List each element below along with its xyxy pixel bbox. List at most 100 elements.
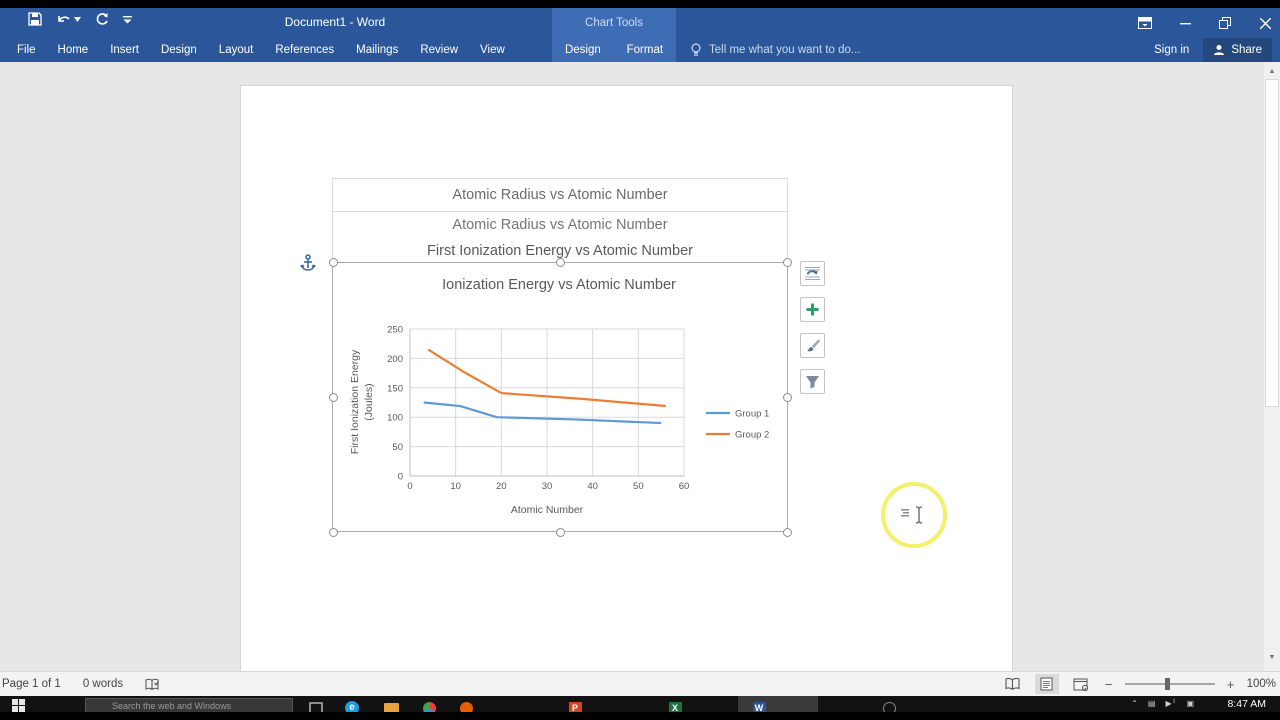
chart-elements-button[interactable] <box>800 297 825 322</box>
chart-filters-icon <box>805 375 820 389</box>
tab-mailings[interactable]: Mailings <box>345 39 409 61</box>
taskbar-task-view-icon[interactable] <box>307 699 325 712</box>
zoom-level[interactable]: 100% <box>1247 678 1276 690</box>
svg-text:200: 200 <box>387 354 403 365</box>
chart-title: Ionization Energy vs Atomic Number <box>442 277 676 293</box>
zoom-out-icon[interactable]: − <box>1103 677 1115 692</box>
svg-text:0: 0 <box>407 481 412 492</box>
svg-text:50: 50 <box>633 481 644 492</box>
svg-text:150: 150 <box>387 383 403 394</box>
taskbar-powerpoint-icon[interactable]: P <box>566 699 584 712</box>
svg-text:50: 50 <box>392 442 403 453</box>
taskbar-edge-icon[interactable]: e <box>343 699 361 712</box>
tab-file[interactable]: File <box>6 39 47 61</box>
minimize-icon[interactable] <box>1176 14 1194 32</box>
chart-styles-button[interactable] <box>800 333 825 358</box>
contextual-tab-design[interactable]: Design <box>559 39 607 61</box>
scroll-down-icon[interactable]: ▼ <box>1264 650 1280 665</box>
svg-text:60: 60 <box>679 481 690 492</box>
chart-filters-button[interactable] <box>800 369 825 394</box>
tray-network-icon[interactable]: ▤ <box>1148 699 1156 708</box>
ghost-title-2: Atomic Radius vs Atomic Number <box>452 217 668 233</box>
proofing-icon[interactable] <box>145 678 160 691</box>
legend-group-2: Group 2 <box>735 430 769 441</box>
taskbar-cortana-icon[interactable] <box>880 699 898 712</box>
chart-plot: Ionization Energy vs Atomic Number 0 10 20 3… <box>333 263 787 533</box>
scroll-up-icon[interactable]: ▲ <box>1264 64 1280 79</box>
read-mode-icon[interactable] <box>1001 674 1025 694</box>
taskbar-word-icon[interactable]: W <box>750 699 768 712</box>
tab-design[interactable]: Design <box>150 39 208 61</box>
x-axis-title: Atomic Number <box>511 504 584 516</box>
tab-insert[interactable]: Insert <box>99 39 150 61</box>
share-button[interactable]: Share <box>1203 38 1272 62</box>
ribbon-display-options-icon[interactable] <box>1136 14 1154 32</box>
quick-access-toolbar <box>28 12 132 26</box>
chart-title-ghost-box: Atomic Radius vs Atomic Number <box>332 178 788 212</box>
customize-qat-icon[interactable] <box>123 15 132 24</box>
page-count[interactable]: Page 1 of 1 <box>2 678 61 690</box>
tab-home[interactable]: Home <box>47 39 100 61</box>
tab-references[interactable]: References <box>264 39 345 61</box>
layout-options-button[interactable] <box>800 261 825 286</box>
redo-icon[interactable] <box>95 12 109 26</box>
scrollbar-thumb[interactable] <box>1265 79 1279 407</box>
svg-text:(Joules): (Joules) <box>363 383 375 420</box>
layout-options-icon <box>804 265 821 282</box>
tab-layout[interactable]: Layout <box>208 39 265 61</box>
sign-in-button[interactable]: Sign in <box>1154 44 1189 56</box>
window-title: Document1 - Word <box>284 15 386 29</box>
tray-keyboard-icon[interactable]: ▣ <box>1186 699 1194 708</box>
svg-text:100: 100 <box>387 413 403 424</box>
share-label: Share <box>1231 44 1262 56</box>
chart-resize-handle[interactable] <box>782 257 792 267</box>
taskbar-file-explorer-icon[interactable] <box>382 699 400 712</box>
start-button-icon[interactable] <box>12 699 25 712</box>
click-highlight-ring <box>881 482 947 548</box>
chart-resize-handle[interactable] <box>555 527 565 537</box>
chart-resize-handle[interactable] <box>782 527 792 537</box>
taskbar-search-input[interactable]: Search the web and Windows <box>85 698 293 712</box>
word-count[interactable]: 0 words <box>83 678 123 690</box>
vertical-scrollbar[interactable]: ▲ ▼ <box>1264 62 1280 671</box>
embedded-chart[interactable]: Ionization Energy vs Atomic Number 0 10 20 3… <box>332 262 788 532</box>
zoom-in-icon[interactable]: + <box>1225 677 1237 692</box>
chart-resize-handle[interactable] <box>555 257 565 267</box>
taskbar-excel-icon[interactable]: X <box>666 699 684 712</box>
svg-text:10: 10 <box>450 481 461 492</box>
web-layout-icon[interactable] <box>1069 674 1093 694</box>
system-tray[interactable]: ⌃ ▤ ▶╵ ▣ <box>1131 699 1194 708</box>
svg-text:40: 40 <box>587 481 598 492</box>
ribbon-tab-row: File Home Insert Design Layout References Mail… <box>0 38 1280 62</box>
share-person-icon <box>1214 45 1225 55</box>
chart-resize-handle[interactable] <box>328 392 338 402</box>
zoom-slider-thumb[interactable] <box>1164 678 1170 690</box>
ghost-title-1: Atomic Radius vs Atomic Number <box>452 187 668 203</box>
tab-view[interactable]: View <box>469 39 516 61</box>
taskbar-chrome-icon[interactable] <box>420 699 438 712</box>
chart-resize-handle[interactable] <box>328 527 338 537</box>
undo-icon[interactable] <box>56 13 81 26</box>
chart-resize-handle[interactable] <box>328 257 338 267</box>
print-layout-icon[interactable] <box>1034 674 1059 694</box>
chart-resize-handle[interactable] <box>782 392 792 402</box>
document-area: Atomic Radius vs Atomic Number Atomic Ra… <box>0 62 1280 671</box>
text-cursor-icon <box>901 506 923 524</box>
save-icon[interactable] <box>28 12 42 26</box>
lightbulb-icon <box>690 42 702 58</box>
chart-tools-tabs: Design Format <box>552 38 676 62</box>
tell-me-box[interactable]: Tell me what you want to do... <box>690 38 861 62</box>
tray-volume-icon[interactable]: ▶╵ <box>1165 699 1176 708</box>
zoom-slider[interactable] <box>1124 678 1215 690</box>
taskbar-firefox-icon[interactable] <box>457 699 475 712</box>
status-bar: Page 1 of 1 0 words − + 100% <box>0 671 1280 696</box>
close-icon[interactable] <box>1256 14 1274 32</box>
svg-text:0: 0 <box>398 472 403 483</box>
contextual-tab-format[interactable]: Format <box>621 39 669 61</box>
restore-icon[interactable] <box>1216 14 1234 32</box>
chart-tools-label: Chart Tools <box>585 17 643 29</box>
chart-styles-icon <box>805 338 821 354</box>
tab-review[interactable]: Review <box>409 39 469 61</box>
tray-chevron-icon[interactable]: ⌃ <box>1131 699 1138 708</box>
ribbon-tabs: File Home Insert Design Layout References Mail… <box>6 38 516 62</box>
